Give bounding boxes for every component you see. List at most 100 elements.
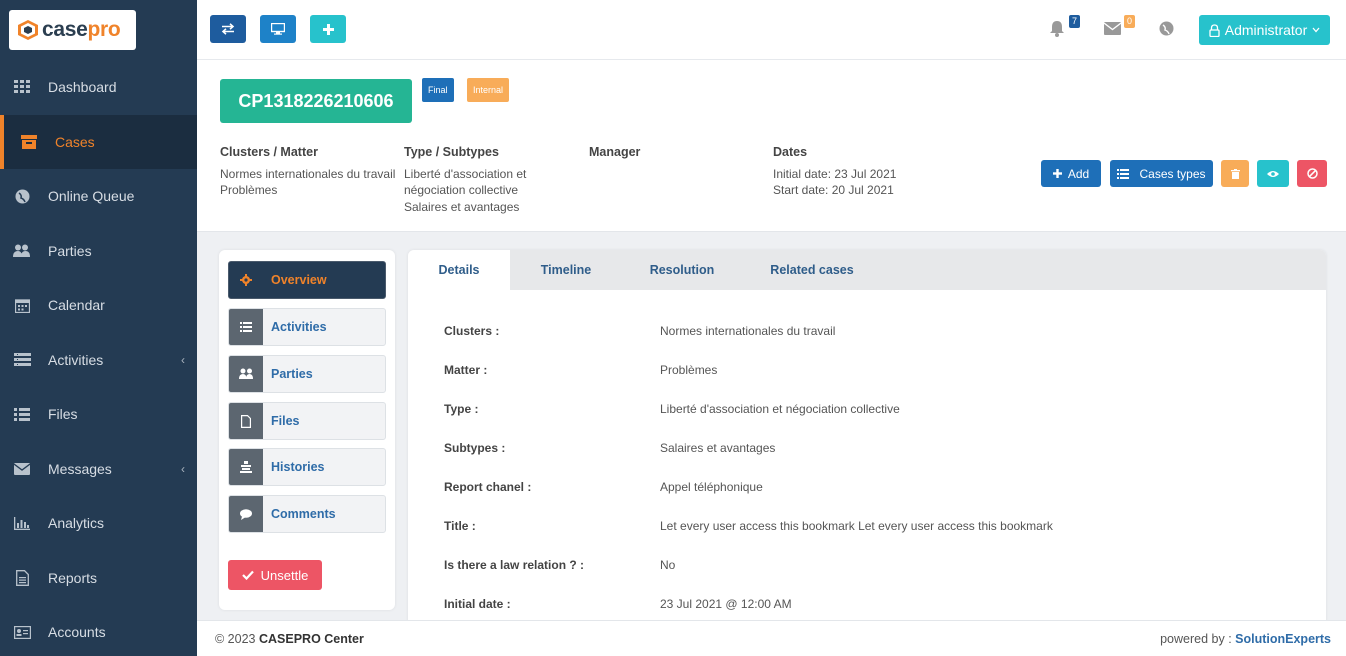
sidebar-item-parties[interactable]: Parties (0, 224, 197, 279)
globe-icon (13, 188, 31, 204)
sidebar-item-files[interactable]: Files (0, 387, 197, 442)
cases-types-label: Cases types (1139, 166, 1206, 181)
sidebar-item-calendar[interactable]: Calendar (0, 278, 197, 333)
plus-icon (1052, 169, 1062, 178)
chevron-down-icon (1312, 27, 1320, 33)
cases-types-button[interactable]: Cases types (1110, 160, 1213, 187)
side-menu-label: Parties (271, 367, 313, 381)
lock-icon (1209, 23, 1220, 37)
side-menu-label: Activities (271, 320, 327, 334)
detail-value: Let every user access this bookmark Let … (660, 519, 1053, 533)
trash-icon (1230, 168, 1240, 179)
gear-icon (229, 262, 263, 298)
status-badge-internal: Internal (467, 78, 510, 102)
logo-case-text: case (42, 18, 88, 41)
detail-label: Subtypes : (444, 441, 506, 455)
sidebar-item-reports[interactable]: Reports (0, 551, 197, 606)
desktop-icon (271, 23, 285, 35)
brand-link[interactable]: SolutionExperts (1235, 632, 1331, 646)
sidebar-item-label: Cases (55, 133, 95, 150)
detail-value: No (660, 558, 676, 572)
messages-button[interactable] (1103, 22, 1122, 38)
sidebar-item-activities[interactable]: Activities ‹ (0, 333, 197, 388)
side-menu-files[interactable]: Files (228, 402, 386, 440)
type-value-line1: Liberté d'association et (404, 166, 527, 181)
sidebar-item-label: Parties (48, 242, 92, 259)
clusters-matter-column: Clusters / Matter Normes internationales… (220, 144, 395, 199)
sidebar-item-accounts[interactable]: Accounts (0, 605, 197, 656)
casepro-logo[interactable]: casepro (9, 10, 136, 50)
detail-label: Initial date : (444, 597, 511, 611)
eye-icon (1267, 170, 1279, 177)
detail-value: Normes internationales du travail (660, 324, 836, 338)
detail-row-report-channel: Report chanel : Appel téléphonique (444, 480, 763, 494)
detail-row-type: Type : Liberté d'association et négociat… (444, 402, 900, 416)
tab-related-cases[interactable]: Related cases (742, 250, 882, 290)
add-button[interactable]: Add (1041, 160, 1101, 187)
sidebar-item-messages[interactable]: Messages ‹ (0, 442, 197, 497)
delete-button[interactable] (1221, 160, 1249, 187)
status-badge-final: Final (422, 78, 454, 102)
box-logo-icon (18, 20, 38, 40)
side-menu-label: Comments (271, 507, 336, 521)
detail-label: Title : (444, 519, 476, 533)
dates-column: Dates Initial date: 23 Jul 2021 Start da… (773, 144, 896, 199)
detail-row-title: Title : Let every user access this bookm… (444, 519, 1053, 533)
side-menu-comments[interactable]: Comments (228, 495, 386, 533)
sidebar-item-cases[interactable]: Cases (0, 114, 197, 169)
grid-icon (13, 79, 31, 95)
detail-label: Matter : (444, 363, 488, 377)
envelope-icon (1103, 22, 1122, 35)
side-menu-activities[interactable]: Activities (228, 308, 386, 346)
file-text-icon (13, 569, 31, 586)
case-header: CP1318226210606 Final Internal Clusters … (197, 60, 1346, 232)
sidebar-nav: Dashboard Cases Online Queue Parties Cal… (0, 60, 197, 656)
list-icon (13, 406, 31, 422)
copyright-year: © 2023 (215, 631, 256, 646)
bar-chart-icon (13, 515, 31, 531)
side-menu-label: Overview (271, 273, 327, 287)
side-menu-overview[interactable]: Overview (228, 261, 386, 299)
clusters-value: Normes internationales du travail (220, 166, 396, 181)
detail-row-subtypes: Subtypes : Salaires et avantages (444, 441, 775, 455)
envelope-icon (13, 461, 31, 477)
detail-value: Problèmes (660, 363, 718, 377)
cancel-button[interactable] (1297, 160, 1327, 187)
type-subtypes-column: Type / Subtypes Liberté d'association et… (404, 144, 526, 215)
comment-icon (229, 496, 263, 532)
company-name: CASEPRO Center (258, 631, 364, 646)
side-menu-histories[interactable]: Histories (228, 448, 386, 486)
language-button[interactable] (1159, 21, 1174, 39)
detail-label: Is there a law relation ? : (444, 558, 585, 572)
sidebar-item-label: Calendar (48, 297, 105, 314)
exchange-icon (221, 23, 235, 35)
add-new-button[interactable] (310, 15, 346, 43)
users-icon (13, 243, 31, 259)
tab-timeline[interactable]: Timeline (510, 250, 622, 290)
detail-row-matter: Matter : Problèmes (444, 363, 717, 377)
side-menu-parties[interactable]: Parties (228, 355, 386, 393)
desktop-button[interactable] (260, 15, 296, 43)
unsettle-button[interactable]: Unsettle (228, 560, 322, 590)
dates-header: Dates (773, 145, 808, 159)
notifications-button[interactable] (1049, 20, 1065, 40)
sidebar-item-dashboard[interactable]: Dashboard (0, 60, 197, 115)
switch-button[interactable] (210, 15, 246, 43)
case-id-badge: CP1318226210606 (220, 79, 412, 123)
tab-details[interactable]: Details (408, 250, 510, 290)
sidebar-item-analytics[interactable]: Analytics (0, 496, 197, 551)
calendar-icon (13, 297, 31, 313)
notifications-badge: 7 (1069, 15, 1081, 28)
admin-menu-button[interactable]: Administrator (1199, 15, 1330, 45)
sidebar-item-online-queue[interactable]: Online Queue (0, 169, 197, 224)
sidebar-item-label: Accounts (48, 624, 106, 641)
tab-resolution[interactable]: Resolution (622, 250, 742, 290)
check-icon (241, 570, 254, 580)
view-button[interactable] (1257, 160, 1289, 187)
detail-row-law-relation: Is there a law relation ? : No (444, 558, 675, 572)
sidebar-item-label: Reports (48, 569, 98, 586)
powered-by-text: powered by : (1160, 631, 1232, 646)
case-side-menu: Overview Activities Parties Files Histor… (219, 250, 395, 610)
logo-pro-text: pro (87, 18, 121, 41)
manager-column: Manager (589, 144, 640, 166)
